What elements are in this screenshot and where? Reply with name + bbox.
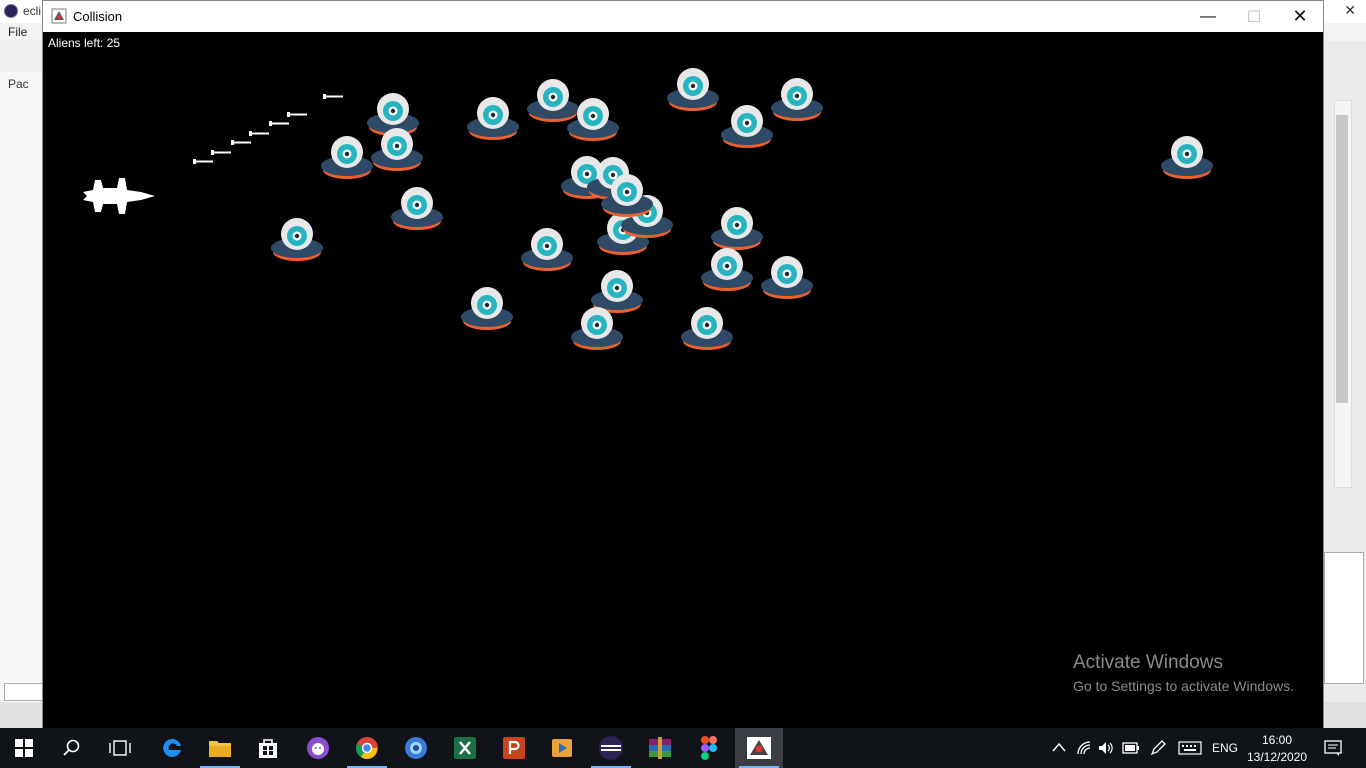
taskbar-eclipse[interactable] [587, 728, 635, 768]
chevron-up-icon[interactable] [1052, 742, 1066, 752]
clock-time: 16:00 [1261, 733, 1293, 747]
task-view-button[interactable] [96, 728, 144, 768]
package-explorer-panel [0, 72, 43, 702]
taskbar-store[interactable] [244, 728, 292, 768]
notification-icon[interactable] [1324, 740, 1342, 756]
ufo-alien-icon [321, 136, 373, 179]
edge-icon [163, 738, 181, 757]
ufo-alien-icon [371, 128, 423, 171]
taskbar-edge[interactable] [148, 728, 196, 768]
ufo-alien-icon [271, 218, 323, 261]
taskbar-app-circle[interactable] [392, 728, 440, 768]
globe-app-icon [405, 737, 427, 759]
store-icon [259, 739, 277, 758]
eclipse-icon [4, 4, 18, 18]
taskbar-github-desktop[interactable] [294, 728, 342, 768]
search-icon [63, 739, 80, 756]
missile [231, 140, 251, 145]
maximize-button[interactable]: ☐ [1231, 1, 1277, 32]
windows-taskbar: ENG [0, 728, 1366, 768]
keyboard-icon[interactable] [1178, 741, 1202, 755]
horizontal-scrollbar[interactable] [4, 683, 44, 701]
activate-windows-watermark: Activate Windows Go to Settings to activ… [1073, 652, 1294, 694]
ufo-alien-icon [1161, 136, 1213, 179]
ufo-alien-icon [601, 174, 653, 217]
taskbar-excel[interactable] [441, 728, 489, 768]
taskbar-winrar[interactable] [636, 728, 684, 768]
window-title: Collision [73, 9, 123, 24]
watermark-title: Activate Windows [1073, 652, 1223, 673]
right-console-panel [1324, 552, 1364, 684]
eclipse-icon [599, 736, 623, 760]
taskbar-file-explorer[interactable] [196, 728, 244, 768]
battery-icon[interactable] [1122, 742, 1140, 754]
package-explorer-tab[interactable]: Pac [8, 77, 29, 91]
editor-scroll-thumb[interactable] [1336, 115, 1348, 403]
missile [249, 131, 269, 136]
collision-game-window: Collision — ☐ ✕ Aliens left: 25 Activate… [42, 0, 1324, 728]
winrar-icon [649, 737, 671, 759]
game-canvas[interactable]: Aliens left: 25 Activate Windows Go to S… [43, 32, 1323, 728]
missile [287, 112, 307, 117]
missile [269, 121, 289, 126]
taskbar-chrome[interactable] [343, 728, 391, 768]
powerpoint-icon [503, 737, 525, 759]
eclipse-toolbar [0, 42, 42, 72]
language-indicator[interactable]: ENG [1212, 741, 1238, 755]
folder-icon [209, 741, 231, 757]
clock-date: 13/12/2020 [1246, 750, 1308, 764]
ufo-alien-icon [461, 287, 513, 330]
media-player-icon [552, 739, 572, 757]
watermark-subtitle: Go to Settings to activate Windows. [1073, 678, 1294, 694]
ufo-alien-icon [391, 187, 443, 230]
ufo-alien-icon [567, 98, 619, 141]
pen-icon[interactable] [1150, 740, 1166, 756]
game-titlebar: Collision — ☐ ✕ [43, 1, 1323, 32]
ufo-alien-icon [467, 97, 519, 140]
search-button[interactable] [48, 728, 96, 768]
chrome-icon [356, 737, 378, 760]
close-button[interactable]: ✕ [1277, 1, 1323, 32]
taskbar-clock[interactable]: 16:00 13/12/2020 [1240, 732, 1314, 766]
missile [193, 159, 213, 164]
java-app-icon [51, 8, 67, 24]
eclipse-title: ecli [23, 4, 42, 18]
minimize-button[interactable]: — [1185, 1, 1231, 32]
task-view-icon [109, 740, 131, 756]
wifi-icon[interactable] [1076, 740, 1092, 756]
ufo-alien-icon [667, 68, 719, 111]
ufo-alien-icon [721, 105, 773, 148]
menu-file[interactable]: File [8, 25, 27, 39]
ufo-alien-icon [681, 307, 733, 350]
java-app-icon [747, 737, 771, 759]
missile [211, 150, 231, 155]
aliens-left-counter: Aliens left: 25 [48, 36, 121, 50]
excel-icon [454, 737, 476, 759]
taskbar-java-collision[interactable] [735, 728, 783, 768]
start-button[interactable] [0, 728, 48, 768]
ufo-alien-icon [761, 256, 813, 299]
windows-logo-icon [15, 739, 33, 757]
ufo-alien-icon [521, 228, 573, 271]
taskbar-figma[interactable] [685, 728, 733, 768]
ufo-alien-icon [701, 248, 753, 291]
figma-icon [701, 736, 717, 760]
ufo-alien-icon [571, 307, 623, 350]
ufo-alien-icon [771, 78, 823, 121]
taskbar-media-player[interactable] [538, 728, 586, 768]
volume-icon[interactable] [1098, 740, 1114, 756]
eclipse-close-icon[interactable]: ✕ [1344, 2, 1356, 19]
missile [323, 94, 343, 99]
player-jet-icon [83, 178, 155, 214]
taskbar-powerpoint[interactable] [490, 728, 538, 768]
github-desktop-icon [307, 737, 329, 759]
